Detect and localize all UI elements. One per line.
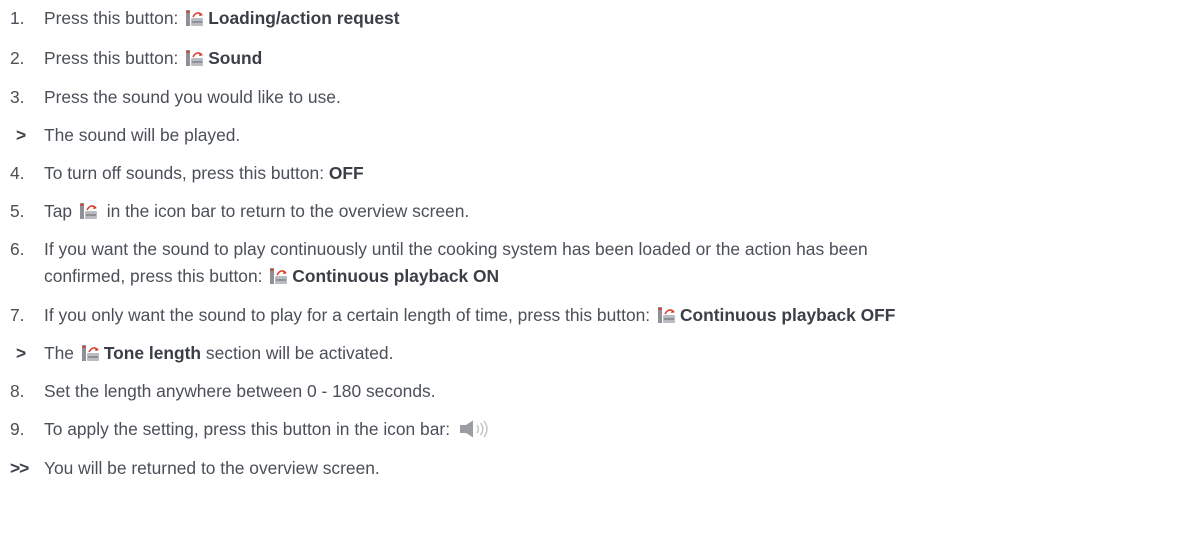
step-5: 5. Tap in the icon bar to return to the …: [10, 198, 1200, 225]
step-text: Tap: [44, 201, 77, 221]
step-text: To turn off sounds, press this button:: [44, 163, 329, 183]
step-4: 4. To turn off sounds, press this button…: [10, 160, 1200, 187]
step-text: To apply the setting, press this button …: [44, 419, 455, 439]
step-text: If you only want the sound to play for a…: [44, 305, 655, 325]
back-icon: [79, 202, 99, 220]
step-8: 8. Set the length anywhere between 0 - 1…: [10, 378, 1200, 405]
result-marker: >: [16, 125, 27, 145]
step-7: 7. If you only want the sound to play fo…: [10, 302, 1200, 329]
step-marker: 9.: [10, 419, 25, 439]
step-text: Set the length anywhere between 0 - 180 …: [44, 381, 436, 401]
step-marker: 1.: [10, 8, 25, 28]
sound-button-label: Sound: [208, 48, 263, 68]
continuous-playback-off-button-label: Continuous playback OFF: [679, 305, 896, 325]
step-marker: 3.: [10, 87, 25, 107]
loading-action-request-button-label: Loading/action request: [208, 8, 400, 28]
tone-length-icon: [81, 344, 101, 362]
step-marker: 2.: [10, 48, 25, 68]
tone-length-label: Tone length: [103, 343, 202, 363]
result-marker: >: [16, 343, 27, 363]
speaker-icon: [459, 420, 488, 438]
result-text: The sound will be played.: [44, 125, 241, 145]
result-text: section will be activated.: [201, 343, 394, 363]
step-text: Press the sound you would like to use.: [44, 87, 341, 107]
final-result-marker: >>: [10, 458, 29, 478]
step-marker: 6.: [10, 239, 25, 259]
result-2: > The Tone length section will be activa…: [10, 340, 1200, 367]
step-text: confirmed, press this button:: [44, 266, 268, 286]
result-1: > The sound will be played.: [10, 122, 1200, 149]
step-9: 9. To apply the setting, press this butt…: [10, 416, 1200, 443]
sound-settings-icon: [185, 49, 205, 67]
step-marker: 8.: [10, 381, 25, 401]
off-button-label: OFF: [328, 163, 364, 183]
step-text: If you want the sound to play continuous…: [44, 239, 868, 259]
step-text: Press this button:: [44, 8, 184, 28]
instruction-list: 1. Press this button: Loading/action req…: [0, 0, 1203, 557]
step-marker: 4.: [10, 163, 25, 183]
continuous-playback-icon: [269, 267, 289, 285]
result-text: The: [44, 343, 79, 363]
result-text: You will be returned to the overview scr…: [44, 458, 380, 478]
step-marker: 7.: [10, 305, 25, 325]
continuous-playback-on-button-label: Continuous playback ON: [292, 266, 500, 286]
step-text: in the icon bar to return to the overvie…: [101, 201, 470, 221]
continuous-playback-icon: [657, 306, 677, 324]
step-2: 2. Press this button: Sound: [10, 45, 1200, 72]
step-6: 6. If you want the sound to play continu…: [10, 236, 1200, 290]
step-text: Press this button:: [44, 48, 184, 68]
step-3: 3. Press the sound you would like to use…: [10, 84, 1200, 111]
step-1: 1. Press this button: Loading/action req…: [10, 5, 1200, 32]
loading-request-icon: [185, 9, 205, 27]
step-marker: 5.: [10, 201, 25, 221]
final-result: >> You will be returned to the overview …: [10, 455, 1200, 482]
